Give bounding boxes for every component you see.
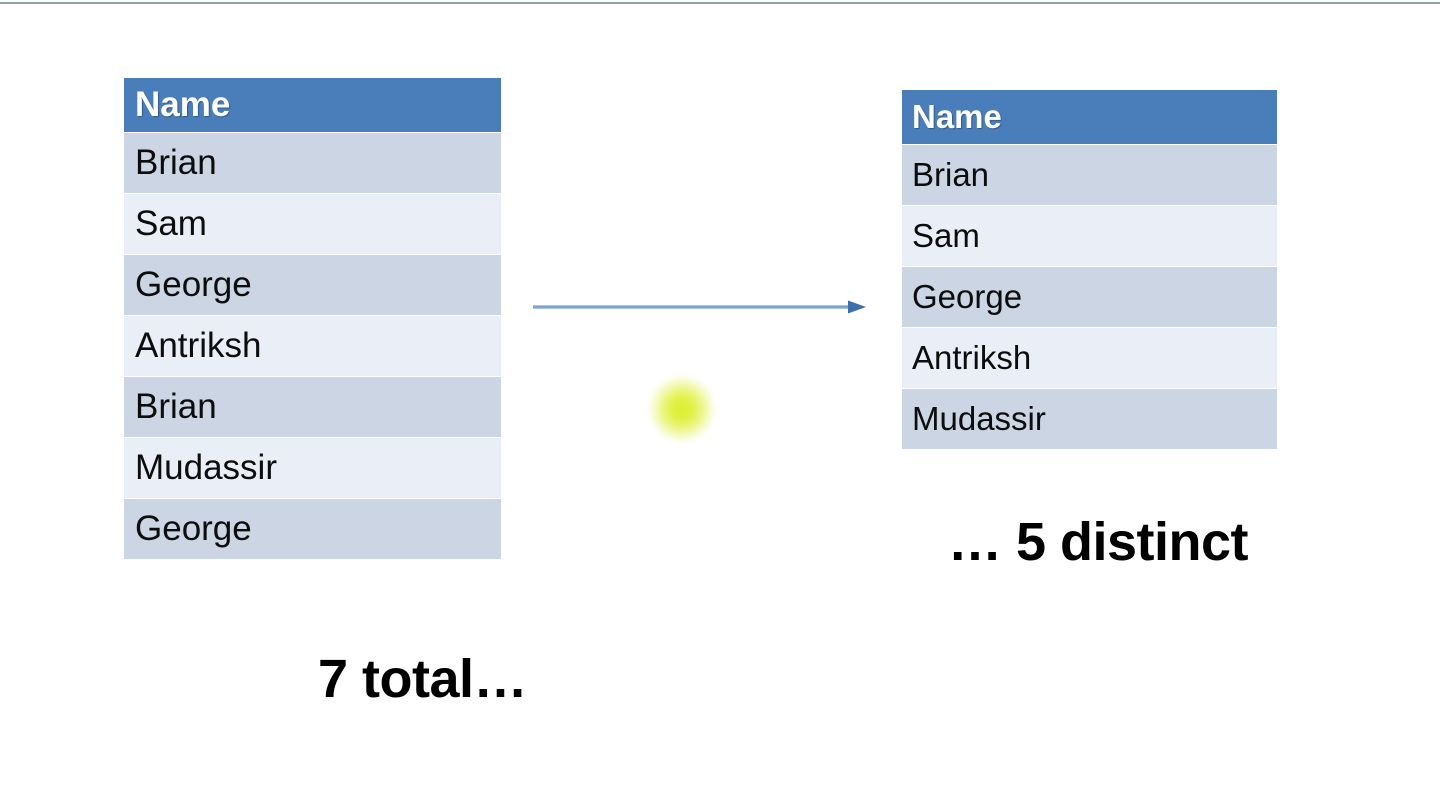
table-row[interactable]: Sam bbox=[124, 194, 501, 255]
table-row[interactable]: George bbox=[124, 255, 501, 316]
source-names-table: Name Brian Sam George Antriksh Brian Mud… bbox=[124, 78, 501, 560]
table-row[interactable]: George bbox=[902, 267, 1277, 328]
table-row[interactable]: Brian bbox=[124, 133, 501, 194]
total-count-caption: 7 total… bbox=[318, 649, 528, 709]
table-row[interactable]: Mudassir bbox=[902, 389, 1277, 450]
table-row[interactable]: George bbox=[124, 499, 501, 560]
table-row[interactable]: Antriksh bbox=[124, 316, 501, 377]
top-divider-rule bbox=[0, 2, 1440, 4]
distinct-count-caption: … 5 distinct bbox=[948, 512, 1249, 572]
cursor-highlight-dot bbox=[650, 377, 714, 441]
table-left-header-name: Name bbox=[124, 78, 501, 133]
transform-arrow bbox=[528, 292, 868, 322]
distinct-names-table: Name Brian Sam George Antriksh Mudassir bbox=[902, 90, 1277, 450]
table-right-header-name: Name bbox=[902, 90, 1277, 145]
table-row[interactable]: Mudassir bbox=[124, 438, 501, 499]
table-row[interactable]: Brian bbox=[124, 377, 501, 438]
slide-canvas: Name Brian Sam George Antriksh Brian Mud… bbox=[0, 0, 1440, 810]
arrow-right-icon bbox=[533, 300, 866, 314]
table-row[interactable]: Brian bbox=[902, 145, 1277, 206]
table-row[interactable]: Sam bbox=[902, 206, 1277, 267]
table-row[interactable]: Antriksh bbox=[902, 328, 1277, 389]
